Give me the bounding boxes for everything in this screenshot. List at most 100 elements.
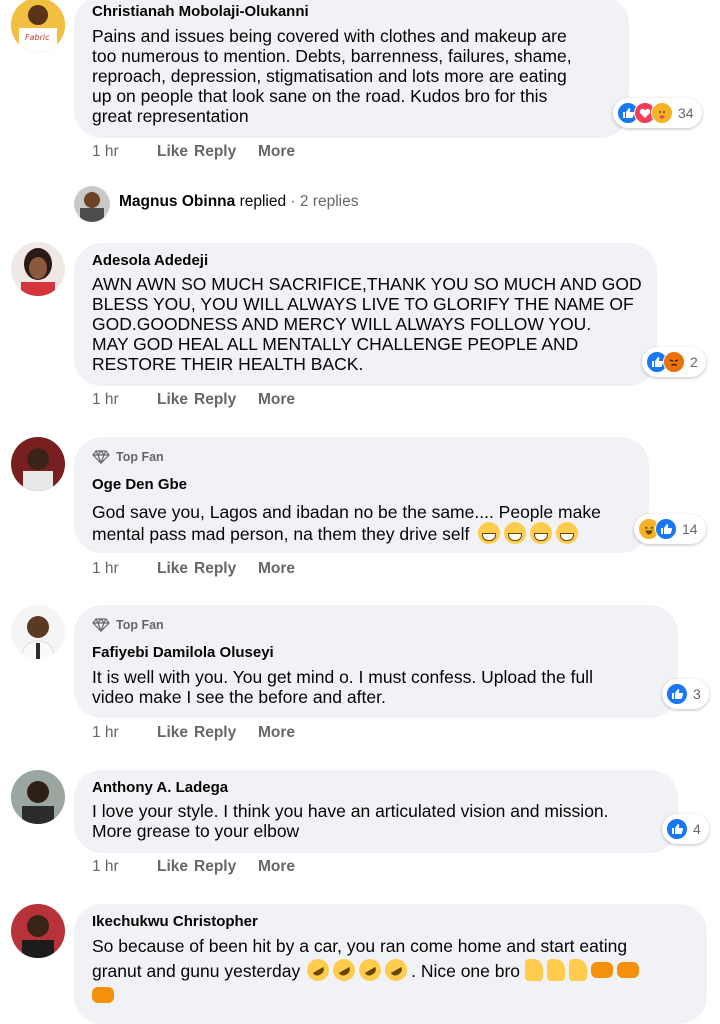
replied-verb: replied	[239, 193, 287, 210]
comment-actions: 1 hr Like Reply More	[92, 560, 295, 578]
comment-timestamp[interactable]: 1 hr	[92, 143, 156, 161]
svg-text:Fabric: Fabric	[25, 33, 50, 42]
reply-button[interactable]: Reply	[194, 391, 258, 409]
comment-text-line: God save you, Lagos and ibadan no be the…	[92, 502, 601, 522]
comment-timestamp[interactable]: 1 hr	[92, 391, 156, 409]
grinning-emoji-icon	[556, 522, 579, 544]
angry-reaction-icon	[663, 351, 685, 373]
reaction-count: 4	[693, 821, 701, 837]
comment-text: granut and gunu yesterday	[92, 961, 301, 981]
diamond-icon	[92, 618, 110, 632]
like-button[interactable]: Like	[157, 724, 195, 742]
like-reaction-icon	[666, 683, 688, 705]
comment-bubble: Top Fan Fafiyebi Damilola Oluseyi It is …	[74, 605, 678, 718]
like-reaction-icon	[666, 818, 688, 840]
grinning-emoji-icon	[530, 522, 553, 544]
top-fan-label: Top Fan	[116, 618, 164, 632]
like-button[interactable]: Like	[157, 391, 195, 409]
commenter-name[interactable]: Adesola Adedeji	[92, 252, 208, 269]
comment-text-line	[92, 984, 118, 1008]
comment-text-line: I love your style. I think you have an a…	[92, 801, 609, 821]
reaction-summary[interactable]: 2	[642, 347, 706, 377]
reaction-count: 3	[693, 686, 701, 702]
grinning-emoji-icon	[478, 522, 501, 544]
avatar[interactable]	[11, 437, 65, 491]
grinning-emoji-icon	[504, 522, 527, 544]
like-button[interactable]: Like	[157, 858, 195, 876]
handshake-emoji-icon	[92, 987, 114, 1003]
rofl-emoji-icon	[381, 954, 412, 986]
reply-avatar[interactable]	[74, 186, 110, 222]
reaction-count: 2	[690, 354, 698, 370]
commenter-name[interactable]: Anthony A. Ladega	[92, 779, 228, 796]
replier-name: Magnus Obinna	[119, 193, 236, 210]
reaction-summary[interactable]: 3	[662, 679, 709, 709]
reply-button[interactable]: Reply	[194, 858, 258, 876]
comment-text: . Nice one bro	[411, 961, 521, 981]
comment-timestamp[interactable]: 1 hr	[92, 724, 156, 742]
comment-text-line: More grease to your elbow	[92, 821, 300, 841]
diamond-icon	[92, 450, 110, 464]
reply-button[interactable]: Reply	[194, 560, 258, 578]
commenter-name[interactable]: Oge Den Gbe	[92, 476, 187, 493]
more-button[interactable]: More	[258, 560, 295, 578]
more-button[interactable]: More	[258, 858, 295, 876]
comment-text-line: GOD.GOODNESS AND MERCY WILL ALWAYS FOLLO…	[92, 314, 592, 334]
view-replies-link[interactable]: Magnus Obinna replied · 2 replies	[119, 193, 358, 211]
handshake-emoji-icon	[590, 962, 613, 978]
comment-text-line: reproach, depression, stigmatisation and…	[92, 66, 567, 86]
reaction-count: 34	[678, 105, 694, 121]
commenter-name[interactable]: Fafiyebi Damilola Oluseyi	[92, 644, 274, 661]
comment-bubble: Christianah Mobolaji-Olukanni Pains and …	[74, 0, 629, 138]
comment-text-line: Pains and issues being covered with clot…	[92, 26, 567, 46]
comment-text-line: BLESS YOU, YOU WILL ALWAYS LIVE TO GLORI…	[92, 294, 634, 314]
comment-text-line: AWN AWN SO MUCH SACRIFICE,THANK YOU SO M…	[92, 274, 642, 294]
comment-timestamp[interactable]: 1 hr	[92, 858, 156, 876]
comment-text-line: mental pass mad person, na them they dri…	[92, 522, 582, 546]
rofl-emoji-icon	[355, 954, 386, 986]
handshake-emoji-icon	[616, 962, 639, 978]
comment-actions: 1 hr Like Reply More	[92, 724, 295, 742]
comment-bubble: Ikechukwu Christopher So because of been…	[74, 904, 707, 1024]
more-button[interactable]: More	[258, 391, 295, 409]
comment-bubble: Top Fan Oge Den Gbe God save you, Lagos …	[74, 437, 649, 553]
comment-text-line: MAY GOD HEAL ALL MENTALLY CHALLENGE PEOP…	[92, 334, 579, 354]
avatar[interactable]	[11, 605, 65, 659]
separator: ·	[286, 193, 300, 210]
rofl-emoji-icon	[303, 954, 334, 986]
like-button[interactable]: Like	[157, 143, 195, 161]
rofl-emoji-icon	[329, 954, 360, 986]
comment-bubble: Anthony A. Ladega I love your style. I t…	[74, 770, 678, 853]
comment-text-line: So because of been hit by a car, you ran…	[92, 936, 628, 956]
avatar[interactable]	[11, 904, 65, 958]
reaction-summary[interactable]: 34	[613, 98, 702, 128]
reaction-count: 14	[682, 521, 698, 537]
comment-actions: 1 hr Like Reply More	[92, 858, 295, 876]
top-fan-badge: Top Fan	[92, 450, 164, 464]
avatar[interactable]	[11, 770, 65, 824]
reply-button[interactable]: Reply	[194, 724, 258, 742]
top-fan-badge: Top Fan	[92, 618, 164, 632]
comment-timestamp[interactable]: 1 hr	[92, 560, 156, 578]
commenter-name[interactable]: Christianah Mobolaji-Olukanni	[92, 3, 309, 20]
comment-text-line: up on people that look sane on the road.…	[92, 86, 548, 106]
thumbs-up-emoji-icon	[568, 959, 587, 981]
reply-count: 2 replies	[299, 193, 359, 210]
avatar[interactable]: Fabric	[11, 0, 65, 52]
reply-button[interactable]: Reply	[194, 143, 258, 161]
comment-bubble: Adesola Adedeji AWN AWN SO MUCH SACRIFIC…	[74, 243, 657, 386]
reaction-summary[interactable]: 14	[634, 514, 706, 544]
comment-text-line: RESTORE THEIR HEALTH BACK.	[92, 354, 364, 374]
like-button[interactable]: Like	[157, 560, 195, 578]
comment-text-line: video make I see the before and after.	[92, 687, 386, 707]
top-fan-label: Top Fan	[116, 450, 164, 464]
comment-text-line: great representation	[92, 106, 249, 126]
reaction-summary[interactable]: 4	[662, 814, 709, 844]
avatar[interactable]	[11, 242, 65, 296]
more-button[interactable]: More	[258, 143, 295, 161]
commenter-name[interactable]: Ikechukwu Christopher	[92, 913, 258, 930]
thumbs-up-emoji-icon	[524, 959, 543, 981]
more-button[interactable]: More	[258, 724, 295, 742]
like-reaction-icon	[655, 518, 677, 540]
care-reaction-icon	[651, 102, 673, 124]
